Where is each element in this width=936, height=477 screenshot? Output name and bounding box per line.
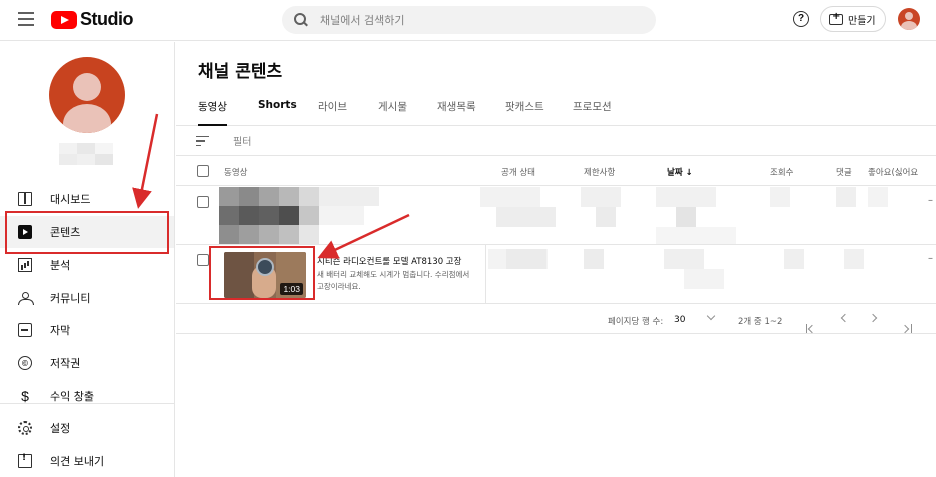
arrow-to-content [132,113,159,209]
annotation-arrows [132,113,410,259]
arrow-to-thumbnail [317,213,410,259]
